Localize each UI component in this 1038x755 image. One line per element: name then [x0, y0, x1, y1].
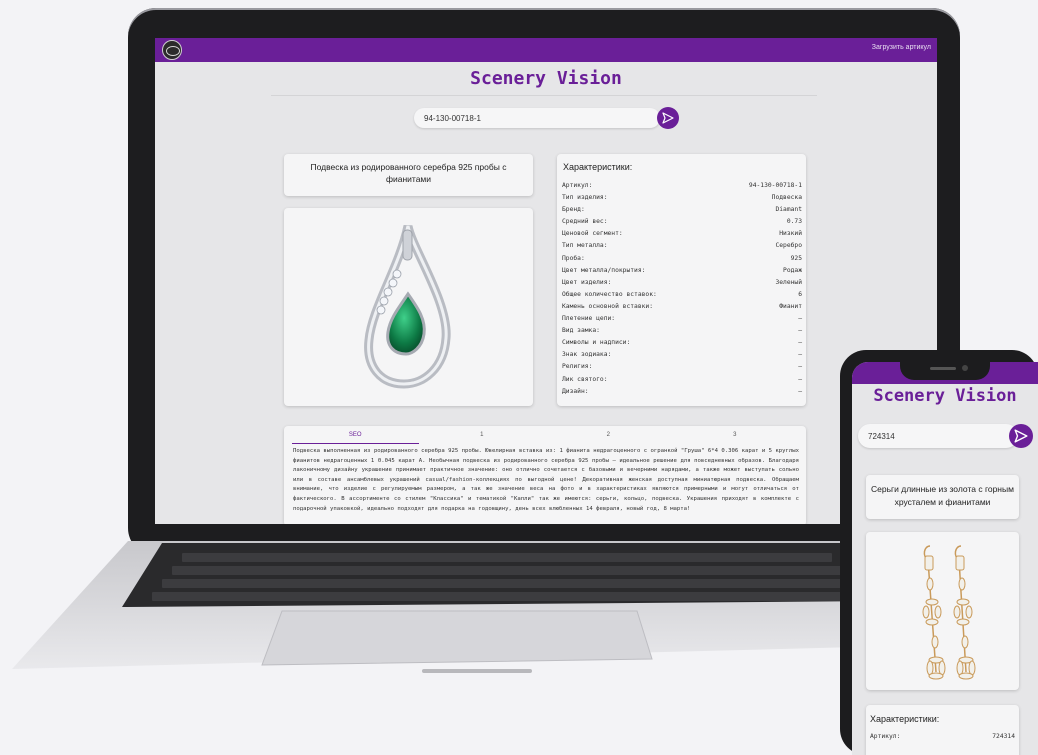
seo-description: Подвеска выполненная из родированного се… — [293, 448, 799, 512]
product-title-card: Подвеска из родированного серебра 925 пр… — [284, 154, 533, 196]
top-bar: Загрузить артикул — [155, 38, 937, 62]
char-row: Плетение цепи: – — [562, 315, 802, 323]
pendant-image — [364, 224, 451, 389]
phone-notch — [900, 362, 990, 380]
upload-article-link[interactable]: Загрузить артикул — [872, 44, 931, 51]
char-row: Ценовой сегмент: Низкий — [562, 230, 802, 238]
char-row: Бренд: Diamant — [562, 206, 802, 214]
char-row: Знак зодиака: – — [562, 351, 802, 359]
char-row: Лик святого: – — [562, 375, 802, 383]
char-row: Цвет металла/покрытия: Родаж — [562, 266, 802, 274]
char-row: Тип изделия: Подвеска — [562, 194, 802, 202]
search-bar — [414, 108, 660, 128]
char-row: Средний вес: 0.73 — [562, 218, 802, 226]
char-row: Религия: – — [562, 363, 802, 371]
earrings-image — [922, 545, 976, 680]
char-row: Артикул: 94-130-00718-1 — [562, 182, 802, 189]
search-input[interactable] — [424, 111, 644, 125]
logo-icon[interactable] — [162, 40, 182, 60]
phone-characteristics-heading: Характеристики: — [870, 714, 940, 724]
char-row: Символы и надписи: – — [562, 339, 802, 347]
phone-search-bar — [858, 424, 1018, 448]
characteristics-list: Артикул: 94-130-00718-1 Тип изделия: Подве… — [562, 180, 802, 398]
description-card: SEO 1 2 3 Подвеска выполненная из родиро… — [284, 426, 806, 524]
characteristics-card: Характеристики: Артикул: 94-130-00718-1 Т… — [557, 154, 806, 406]
tab-seo[interactable]: SEO — [292, 432, 419, 444]
phone-screen: Scenery Vision Серьги длинные из золота … — [852, 362, 1038, 755]
laptop-base — [12, 541, 897, 673]
char-row: Цвет изделия: Зеленый — [562, 278, 802, 286]
tab-3[interactable]: 3 — [672, 432, 799, 444]
char-row: Проба: 925 — [562, 254, 802, 262]
characteristics-heading: Характеристики: — [563, 162, 633, 172]
char-row: Дизайн: – — [562, 387, 802, 395]
phone-characteristics-card: Характеристики: Артикул: 724314 — [866, 705, 1019, 755]
tab-1[interactable]: 1 — [419, 432, 546, 444]
char-row: Общее количество вставок: 6 — [562, 290, 802, 298]
product-image — [284, 208, 533, 406]
send-icon — [1014, 429, 1028, 443]
char-row: Тип металла: Серебро — [562, 242, 802, 250]
tab-2[interactable]: 2 — [545, 432, 672, 444]
phone-page-title: Scenery Vision — [873, 386, 1017, 406]
page-title: Scenery Vision — [470, 68, 622, 89]
char-row: Артикул: 724314 — [870, 733, 1015, 740]
divider — [271, 95, 817, 96]
phone-product-title: Серьги длинные из золота с горным хруста… — [871, 484, 1014, 507]
send-icon — [662, 112, 674, 124]
phone-product-image — [866, 532, 1019, 690]
product-title: Подвеска из родированного серебра 925 пр… — [310, 162, 507, 184]
char-row: Камень основной вставки: Фианит — [562, 302, 802, 310]
send-button[interactable] — [657, 107, 679, 129]
phone-send-button[interactable] — [1009, 424, 1033, 448]
phone-search-input[interactable] — [868, 429, 1008, 443]
phone-product-title-card: Серьги длинные из золота с горным хруста… — [866, 475, 1019, 519]
char-row: Вид замка: – — [562, 327, 802, 335]
description-tabs: SEO 1 2 3 — [292, 432, 798, 444]
laptop-screen: Загрузить артикул Scenery Vision Подвеск… — [155, 38, 937, 524]
